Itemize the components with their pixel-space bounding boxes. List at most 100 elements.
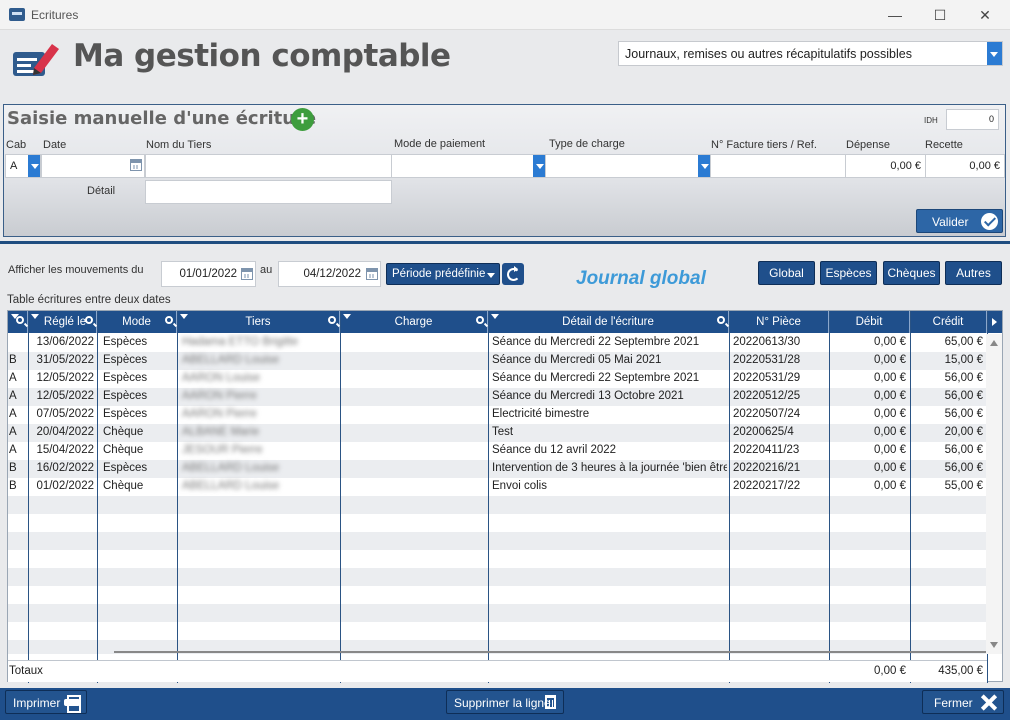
autres-button[interactable]: Autres	[945, 261, 1002, 285]
expense-field[interactable]: 0,00 €	[845, 154, 926, 178]
col-tiers-header[interactable]: Tiers	[177, 311, 340, 333]
column-separator	[488, 311, 489, 683]
idh-field[interactable]: 0	[946, 109, 999, 130]
cell-charge	[344, 336, 486, 351]
search-icon[interactable]	[165, 316, 173, 324]
table-row[interactable]	[8, 514, 987, 532]
search-icon[interactable]	[16, 316, 24, 324]
table-row[interactable]	[8, 604, 987, 622]
close-button[interactable]: Fermer	[922, 690, 1004, 714]
table-row[interactable]: B 31/05/2022 Espèces ABELLARD Louise Séance …	[8, 352, 987, 370]
maximize-button[interactable]: ☐	[925, 4, 955, 26]
cell-detail: Séance du Mercredi 22 Septembre 2021	[492, 336, 700, 348]
sort-icon	[491, 314, 499, 319]
table-row[interactable]	[8, 586, 987, 604]
search-icon[interactable]	[85, 316, 93, 324]
cell-date: 13/06/2022	[36, 336, 94, 348]
chevron-down-icon[interactable]	[987, 42, 1002, 65]
cell-charge	[344, 480, 486, 495]
cell-detail: Séance du Mercredi 22 Septembre 2021	[492, 372, 700, 384]
table-row[interactable]	[8, 532, 987, 550]
date-field[interactable]	[41, 154, 145, 178]
cell-mode: Espèces	[103, 408, 148, 420]
payment-label: Mode de paiement	[394, 138, 486, 150]
tiers-field[interactable]	[145, 154, 392, 178]
minimize-button[interactable]: —	[880, 4, 910, 26]
detail-field[interactable]	[145, 180, 392, 204]
income-field[interactable]: 0,00 €	[925, 154, 1005, 178]
cell-debit: 0,00 €	[874, 426, 906, 438]
column-separator	[910, 311, 911, 683]
entries-table: Réglé le Mode Tiers Charge Détail de l'é…	[7, 310, 1003, 683]
column-separator	[729, 311, 730, 683]
date-to-field[interactable]: 04/12/2022	[278, 261, 381, 287]
col-debit-header[interactable]: Débit	[829, 311, 910, 333]
table-row[interactable]	[8, 622, 987, 640]
global-button[interactable]: Global	[758, 261, 815, 285]
cell-date: 15/04/2022	[36, 444, 94, 456]
validate-button[interactable]: Valider	[916, 209, 1003, 233]
table-row[interactable]	[8, 568, 987, 586]
scroll-right-icon[interactable]	[987, 311, 1003, 333]
close-window-button[interactable]: ✕	[970, 4, 1000, 26]
horizontal-scrollbar[interactable]	[114, 651, 986, 653]
cell-piece: 20220531/28	[733, 354, 801, 366]
journal-select-value: Journaux, remises ou autres récapitulati…	[625, 47, 912, 61]
table-row[interactable]: A 07/05/2022 Espèces AARON Pierre Electricit…	[8, 406, 987, 424]
col-date-header[interactable]: Réglé le	[28, 311, 97, 333]
footer-bar: Imprimer Supprimer la ligne Fermer	[0, 688, 1010, 720]
cell-cab: A	[9, 408, 17, 420]
chevron-down-icon[interactable]	[28, 155, 40, 177]
refresh-icon[interactable]	[502, 263, 524, 285]
col-detail-header[interactable]: Détail de l'écriture	[488, 311, 729, 333]
cell-tiers: ABELLARD Louise	[182, 354, 280, 366]
col-mode-header[interactable]: Mode	[97, 311, 177, 333]
table-row[interactable]: A 15/04/2022 Chèque JESOUR Pierre Séance du …	[8, 442, 987, 460]
col-cab-header[interactable]	[8, 311, 28, 333]
search-icon[interactable]	[717, 316, 725, 324]
table-row[interactable]: A 12/05/2022 Espèces AARON Pierre Séance du …	[8, 388, 987, 406]
cab-select[interactable]: A	[5, 154, 41, 178]
table-row[interactable]: B 01/02/2022 Chèque ABELLARD Louise Envoi co…	[8, 478, 987, 496]
cell-charge	[344, 408, 486, 423]
predefined-period-button[interactable]: Période prédéfinie	[386, 263, 500, 285]
scroll-up-icon[interactable]	[990, 340, 998, 346]
col-credit-header[interactable]: Crédit	[910, 311, 987, 333]
calendar-icon[interactable]	[366, 268, 378, 280]
column-separator	[340, 311, 341, 683]
calendar-icon[interactable]	[241, 268, 253, 280]
payment-select[interactable]	[391, 154, 546, 178]
total-debit: 0,00 €	[874, 665, 906, 677]
table-row[interactable]: A 12/05/2022 Espèces AARON Louise Séance du …	[8, 370, 987, 388]
especes-button[interactable]: Espèces	[820, 261, 877, 285]
cab-label: Cab	[6, 139, 27, 151]
totals-row: Totaux 0,00 € 435,00 €	[8, 660, 987, 682]
table-row[interactable]: B 16/02/2022 Espèces ABELLARD Louise Interve…	[8, 460, 987, 478]
search-icon[interactable]	[476, 316, 484, 324]
chevron-down-icon[interactable]	[698, 155, 710, 177]
table-row[interactable]: A 20/04/2022 Chèque ALBANE Marie Test 2020062…	[8, 424, 987, 442]
invoice-field[interactable]	[710, 154, 846, 178]
print-button[interactable]: Imprimer	[5, 690, 87, 714]
col-piece-header[interactable]: N° Pièce	[729, 311, 829, 333]
table-row[interactable]	[8, 550, 987, 568]
date-from-field[interactable]: 01/01/2022	[161, 261, 256, 287]
cell-credit: 56,00 €	[944, 390, 983, 402]
table-row[interactable]	[8, 496, 987, 514]
vertical-scrollbar[interactable]	[986, 334, 1002, 654]
cheques-button[interactable]: Chèques	[883, 261, 940, 285]
cell-tiers: JESOUR Pierre	[182, 444, 263, 456]
add-entry-button[interactable]: +	[291, 108, 314, 131]
calendar-icon[interactable]	[130, 159, 142, 171]
journal-select[interactable]: Journaux, remises ou autres récapitulati…	[618, 41, 1003, 66]
cell-credit: 56,00 €	[944, 462, 983, 474]
delete-row-button[interactable]: Supprimer la ligne	[446, 690, 564, 714]
col-charge-header[interactable]: Charge	[340, 311, 488, 333]
column-separator	[97, 311, 98, 683]
table-row[interactable]: 13/06/2022 Espèces Hadama ETTO Brigitte Séa…	[8, 334, 987, 352]
search-icon[interactable]	[328, 316, 336, 324]
charge-type-select[interactable]	[545, 154, 711, 178]
scroll-down-icon[interactable]	[990, 642, 998, 648]
chevron-down-icon[interactable]	[533, 155, 545, 177]
cell-debit: 0,00 €	[874, 462, 906, 474]
